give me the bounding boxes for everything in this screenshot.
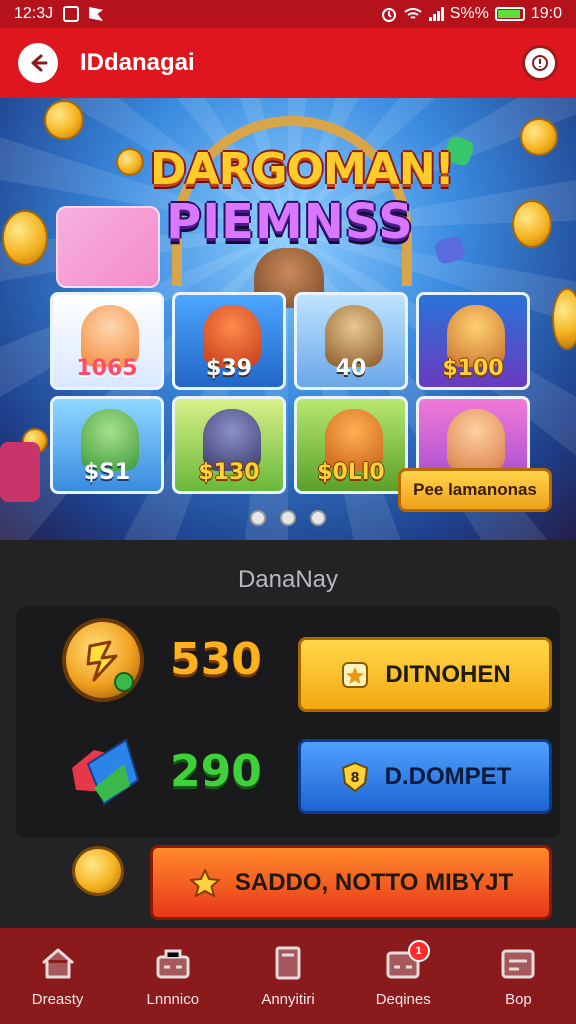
info-button[interactable] (522, 45, 558, 81)
offer-price: $0Ll0 (317, 460, 385, 485)
offer-price: $130 (198, 460, 260, 485)
coin-decoration (512, 200, 552, 248)
battery-percent: S%% (449, 5, 489, 22)
app-bar: IDdanagai (0, 28, 576, 98)
gem-stack-icon (64, 734, 144, 810)
offer-price: $100 (442, 356, 504, 381)
notification-icon (63, 6, 80, 22)
offer-card[interactable]: 1065 (50, 292, 164, 390)
shop-icon (156, 949, 190, 978)
nav-label: Deqines (375, 990, 431, 1008)
cta-button[interactable]: SADDO, NOTTO MIBYJT (150, 845, 552, 920)
deposit-button[interactable]: DITNOHEN (298, 637, 552, 712)
coin-badge-icon (62, 618, 144, 702)
alarm-icon (381, 8, 396, 22)
nav-item-home[interactable]: Dreasty (0, 928, 115, 1024)
star-badge-icon (189, 867, 221, 899)
nav-item-shop[interactable]: Lnnnico (115, 928, 230, 1024)
offer-price: $S1 (83, 460, 131, 485)
status-time: 12:3J (14, 5, 54, 22)
star-badge-icon (339, 659, 371, 691)
flag-icon (89, 7, 104, 21)
coin-decoration (552, 288, 576, 350)
wallet-title: DanaNay (237, 566, 339, 593)
carousel-dots (0, 510, 576, 526)
offer-price: 40 (335, 356, 367, 381)
cta-label: SADDO, NOTTO MIBYJT (234, 868, 514, 896)
promo-banner[interactable]: DARGOMAN! PIEMNSS 1065 $39 40 $100 $S1 $… (0, 98, 576, 540)
battery-icon (494, 7, 525, 21)
coin-decoration (116, 148, 144, 176)
status-clock: 19:0 (530, 5, 562, 22)
nav-label: Lnnnico (146, 990, 200, 1008)
gold-coin-icon (72, 846, 124, 896)
nav-label: Dreasty (31, 990, 84, 1008)
notification-badge: 1 (407, 940, 430, 962)
coins-balance: 530 (170, 634, 262, 685)
offer-card[interactable]: $130 (172, 396, 286, 494)
shield-badge-icon: 8 (339, 761, 371, 793)
offer-card[interactable]: $0Ll0 (294, 396, 408, 494)
deposit-label: DITNOHEN (385, 660, 511, 688)
game-logo-line2: PIEMNSS (166, 194, 414, 250)
back-arrow-icon (31, 54, 48, 72)
nav-item-inbox[interactable]: 1 Deqines (346, 928, 461, 1024)
offer-card[interactable]: $S1 (50, 396, 164, 494)
signal-icon (428, 7, 444, 21)
character-art (56, 206, 160, 288)
carousel-dot[interactable] (310, 510, 326, 526)
info-icon (532, 55, 548, 71)
coin-decoration (2, 210, 48, 266)
back-button[interactable] (18, 43, 58, 83)
wifi-icon (404, 8, 422, 19)
gems-balance: 290 (170, 746, 262, 797)
document-icon (275, 946, 301, 979)
coin-decoration (520, 118, 558, 156)
nav-label: Annyitiri (261, 990, 315, 1008)
game-logo-line1: DARGOMAN! (150, 144, 455, 195)
bottom-nav: Dreasty Lnnnico Annyitiri 1 Deqines Bop (0, 928, 576, 1024)
nav-item-activity[interactable]: Annyitiri (230, 928, 345, 1024)
withdraw-label: D.DOMPET (384, 762, 512, 790)
status-bar: 12:3J S%% 19:0 (0, 0, 576, 28)
coin-decoration (44, 100, 84, 140)
carousel-dot[interactable] (280, 510, 296, 526)
carousel-dot[interactable] (250, 510, 266, 526)
offer-price: $39 (206, 356, 252, 381)
svg-text:8: 8 (350, 771, 359, 786)
offer-price: 1065 (76, 356, 138, 381)
page-title: IDdanagai (80, 49, 195, 76)
withdraw-button[interactable]: 8 D.DOMPET (298, 739, 552, 814)
screen: 12:3J S%% 19:0 IDdanagai DARGOMAN! PIEMN… (0, 0, 576, 1024)
nav-item-top[interactable]: Bop (461, 928, 576, 1024)
promo-details-button[interactable]: Pee lamanonas (398, 468, 552, 512)
offer-card[interactable]: 40 (294, 292, 408, 390)
ticket-icon (501, 949, 535, 978)
nav-label: Bop (505, 990, 532, 1008)
offer-card[interactable]: $39 (172, 292, 286, 390)
offer-card[interactable]: $100 (416, 292, 530, 390)
home-icon (41, 948, 74, 978)
gem-decoration (0, 442, 40, 502)
